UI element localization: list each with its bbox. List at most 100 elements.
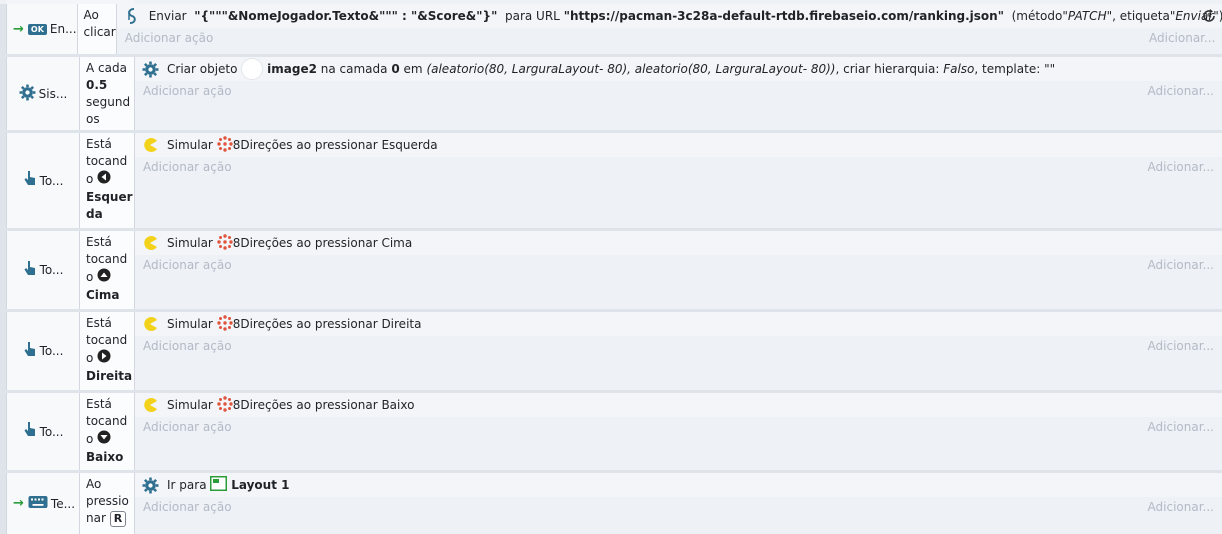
image-object-icon [241, 58, 264, 80]
condition-text: Está [86, 316, 112, 330]
touch-hand-icon [23, 170, 37, 191]
condition-on-key-pressed[interactable]: Ao pressio nar R [80, 473, 135, 534]
condition-value: Direita [86, 369, 133, 383]
action-verb: Criar objeto [167, 62, 238, 76]
behavior-name: 8Direções [232, 398, 293, 412]
condition-on-click[interactable]: Ao clicar [77, 4, 117, 54]
pacman-icon [141, 396, 159, 414]
add-more-link[interactable]: Adicionar... [1148, 258, 1214, 272]
condition-every-x-seconds[interactable]: A cada 0.5 segund os [80, 57, 135, 130]
condition-is-touching[interactable]: Está tocand o Esquer da [80, 133, 135, 228]
action-simulate-control[interactable]: Simular 8Direções ao pressionar Esquerda [135, 133, 1222, 157]
action-text: , criar hierarquia: [835, 62, 940, 76]
object-label: To... [39, 344, 64, 358]
action-go-to-layout[interactable]: Ir para Layout 1 [135, 473, 1222, 497]
action-text: ao pressionar Baixo [296, 398, 415, 412]
8-direction-icon [217, 233, 233, 253]
object-label: To... [39, 424, 64, 439]
add-action-row[interactable]: Adicionar ação Adicionar... [135, 157, 1222, 177]
action-create-object[interactable]: Criar objeto image2 na camada 0 em (alea… [135, 57, 1222, 81]
add-action-row[interactable]: Adicionar ação Adicionar... [135, 255, 1222, 275]
event-object-touch[interactable]: To... [6, 133, 80, 228]
add-action-row[interactable]: Adicionar ação Adicionar... [135, 417, 1222, 437]
condition-text: Está [86, 137, 112, 151]
condition-text: os [86, 112, 100, 126]
event-row-6[interactable]: To... Está tocand o Baixo Simular 8Direç… [0, 393, 1222, 473]
trigger-arrow-icon: → [13, 496, 24, 511]
action-ajax-post[interactable]: Enviar "{"""&NomeJogador.Texto&""" : "&S… [116, 4, 1222, 28]
condition-text: o [86, 351, 94, 365]
event-object-system[interactable]: Sis... [6, 57, 80, 130]
action-simulate-control[interactable]: Simular 8Direções ao pressionar Direita [135, 312, 1222, 336]
condition-text: tocand [86, 414, 128, 428]
condition-is-touching[interactable]: Está tocand o Baixo [80, 393, 135, 470]
arrow-right-sprite-icon [97, 349, 111, 368]
condition-value: Cima [86, 288, 120, 302]
add-more-link[interactable]: Adicionar... [1148, 420, 1214, 434]
condition-text: o [86, 172, 94, 186]
condition-text: segund [86, 95, 131, 109]
event-row-4[interactable]: To... Está tocand o Cima Simular 8Direçõ… [0, 231, 1222, 312]
action-text: , template: [974, 62, 1041, 76]
event-row-7[interactable]: → Te... Ao pressio nar R Ir para Layout … [0, 473, 1222, 534]
add-action-link[interactable]: Adicionar ação [143, 160, 232, 174]
add-more-link[interactable]: Adicionar... [1148, 84, 1214, 98]
event-object-ajax[interactable]: → OK En... [6, 4, 78, 54]
object-label: To... [39, 173, 64, 188]
add-more-link[interactable]: Adicionar... [1148, 160, 1214, 174]
condition-is-touching[interactable]: Está tocand o Direita [80, 312, 135, 390]
action-text: ao pressionar Cima [296, 236, 413, 250]
event-row-1[interactable]: → OK En... Ao clicar Enviar "{"""&NomeJo… [0, 4, 1222, 57]
event-object-keyboard[interactable]: → Te... [6, 473, 80, 534]
condition-text: Está [86, 397, 112, 411]
add-action-link[interactable]: Adicionar ação [125, 31, 214, 45]
arrow-up-sprite-icon [97, 268, 111, 287]
condition-text: pressio [86, 494, 129, 508]
action-simulate-control[interactable]: Simular 8Direções ao pressionar Baixo [135, 393, 1222, 417]
condition-value: 0.5 [86, 78, 108, 92]
condition-text: tocand [86, 333, 128, 347]
add-action-link[interactable]: Adicionar ação [143, 500, 232, 514]
refresh-icon[interactable] [1201, 8, 1217, 27]
condition-text: Está [86, 235, 112, 249]
add-more-link[interactable]: Adicionar... [1148, 500, 1214, 514]
behavior-name: 8Direções [232, 138, 293, 152]
pacman-icon [141, 315, 159, 333]
add-action-link[interactable]: Adicionar ação [143, 258, 232, 272]
add-action-row[interactable]: Adicionar ação Adicionar... [116, 28, 1222, 48]
event-row-3[interactable]: To... Está tocand o Esquer da Simular 8D… [0, 133, 1222, 231]
arrow-left-sprite-icon [97, 170, 111, 189]
actions-column: Simular 8Direções ao pressionar Direita … [135, 312, 1222, 390]
action-text: em [403, 62, 423, 76]
condition-value: Esquer [86, 190, 133, 204]
add-action-link[interactable]: Adicionar ação [143, 339, 232, 353]
condition-text: Ao [86, 477, 102, 491]
pacman-icon [141, 136, 159, 154]
event-row-5[interactable]: To... Está tocand o Direita Simular 8Dir… [0, 312, 1222, 393]
action-text: ao pressionar Direita [296, 317, 422, 331]
add-more-link[interactable]: Adicionar... [1148, 339, 1214, 353]
action-text: para URL [504, 9, 560, 23]
ajax-icon: OK [27, 23, 47, 35]
event-object-touch[interactable]: To... [6, 312, 80, 390]
condition-text: clicar [83, 25, 116, 39]
condition-text: o [86, 432, 94, 446]
behavior-name: 8Direções [232, 317, 293, 331]
add-action-row[interactable]: Adicionar ação Adicionar... [135, 81, 1222, 101]
condition-text: tocand [86, 252, 128, 266]
event-row-2[interactable]: Sis... A cada 0.5 segund os Criar objeto… [0, 57, 1222, 133]
action-template: "" [1044, 62, 1056, 76]
add-action-row[interactable]: Adicionar ação Adicionar... [135, 336, 1222, 356]
add-action-link[interactable]: Adicionar ação [143, 84, 232, 98]
action-position: (aleatorio(80, LarguraLayout- 80), aleat… [426, 62, 836, 76]
action-simulate-control[interactable]: Simular 8Direções ao pressionar Cima [135, 231, 1222, 255]
touch-hand-icon [23, 260, 37, 281]
object-label: En... [49, 22, 77, 36]
add-more-link[interactable]: Adicionar... [1149, 31, 1215, 45]
event-object-touch[interactable]: To... [6, 393, 80, 470]
event-object-touch[interactable]: To... [6, 231, 80, 309]
condition-is-touching[interactable]: Está tocand o Cima [80, 231, 135, 309]
add-action-link[interactable]: Adicionar ação [143, 420, 232, 434]
add-action-row[interactable]: Adicionar ação Adicionar... [135, 497, 1222, 517]
actions-column: Simular 8Direções ao pressionar Cima Adi… [135, 231, 1222, 309]
